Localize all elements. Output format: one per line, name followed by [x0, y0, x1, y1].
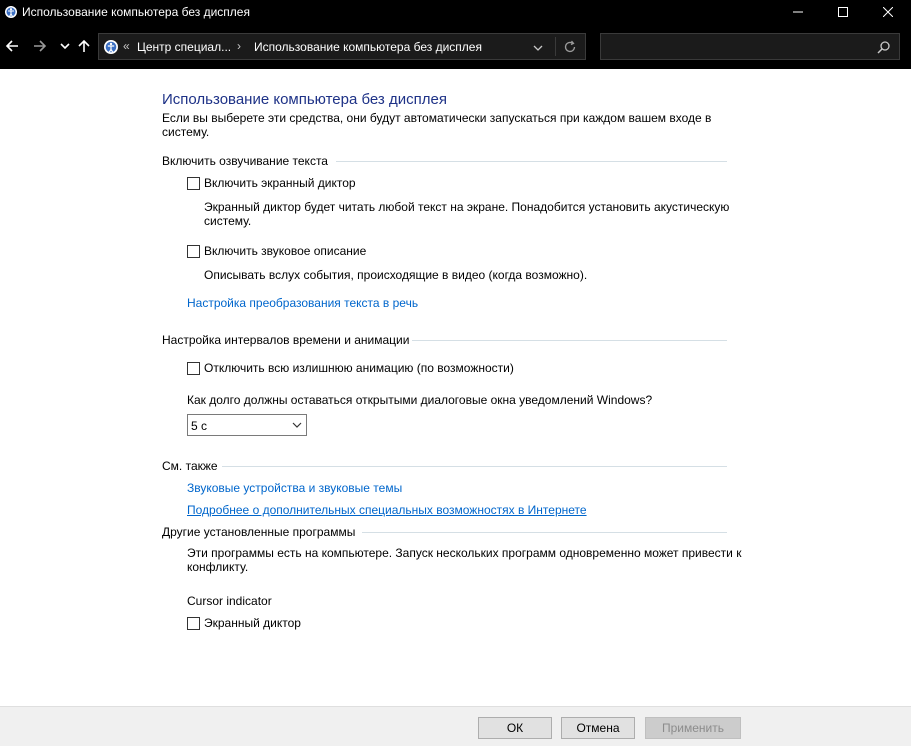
- audio-description-checkbox[interactable]: [187, 244, 200, 258]
- back-button[interactable]: [2, 36, 22, 56]
- close-icon: [883, 7, 893, 17]
- apply-button[interactable]: Применить: [645, 717, 741, 739]
- maximize-icon: [838, 7, 848, 17]
- control-panel-icon: [104, 40, 118, 54]
- window-title: Использование компьютера без дисплея: [22, 5, 250, 19]
- maximize-button[interactable]: [820, 0, 866, 24]
- section-divider: [412, 340, 727, 341]
- section-speech-label: Включить озвучивание текста: [162, 154, 328, 168]
- notification-duration-label: Как долго должны оставаться открытыми ди…: [187, 393, 653, 407]
- dialog-footer: ОК Отмена Применить: [0, 706, 911, 746]
- section-divider: [336, 161, 727, 162]
- other-narrator-checkbox[interactable]: [187, 616, 200, 630]
- narrator-checkbox[interactable]: [187, 176, 200, 190]
- forward-arrow-icon: [34, 40, 47, 52]
- main-content: Использование компьютера без дисплея Есл…: [0, 69, 911, 706]
- navigation-bar: « Центр специал... › Использование компь…: [0, 24, 911, 69]
- narrator-description: Экранный диктор будет читать любой текст…: [204, 200, 730, 228]
- narrator-checkbox-row[interactable]: Включить экранный диктор: [187, 175, 356, 191]
- section-divider: [222, 466, 727, 467]
- section-timing-label: Настройка интервалов времени и анимации: [162, 333, 410, 347]
- section-other-programs-label: Другие установленные программы: [162, 525, 356, 539]
- section-divider: [362, 532, 727, 533]
- control-panel-icon: [5, 6, 17, 18]
- recent-locations-button[interactable]: [55, 36, 75, 56]
- refresh-icon[interactable]: [563, 40, 577, 54]
- program-name: Cursor indicator: [187, 594, 272, 608]
- section-see-also-label: См. также: [162, 459, 218, 473]
- breadcrumb-overflow[interactable]: «: [123, 39, 130, 53]
- disable-animation-checkbox[interactable]: [187, 361, 200, 375]
- search-input[interactable]: [600, 33, 900, 60]
- ok-button[interactable]: ОК: [478, 717, 552, 739]
- breadcrumb-current[interactable]: Использование компьютера без дисплея: [254, 40, 482, 54]
- online-accessibility-link[interactable]: Подробнее о дополнительных специальных в…: [187, 503, 587, 517]
- chevron-down-icon: [292, 422, 302, 428]
- chevron-down-icon: [60, 43, 70, 50]
- address-divider: [555, 37, 556, 56]
- tts-settings-link[interactable]: Настройка преобразования текста в речь: [187, 296, 418, 310]
- sound-devices-link[interactable]: Звуковые устройства и звуковые темы: [187, 481, 402, 495]
- other-programs-description: Эти программы есть на компьютере. Запуск…: [187, 546, 742, 574]
- up-button[interactable]: [74, 36, 94, 56]
- minimize-icon: [793, 11, 803, 13]
- title-bar: Использование компьютера без дисплея: [0, 0, 911, 24]
- breadcrumb-ease-of-access[interactable]: Центр специал...: [137, 40, 231, 54]
- up-arrow-icon: [78, 39, 90, 52]
- breadcrumb-separator[interactable]: ›: [237, 39, 241, 53]
- notification-duration-value: 5 с: [191, 419, 208, 433]
- close-button[interactable]: [865, 0, 911, 24]
- search-icon[interactable]: [877, 40, 891, 54]
- notification-duration-select[interactable]: 5 с: [187, 414, 307, 436]
- chevron-down-icon[interactable]: [531, 41, 545, 55]
- address-field[interactable]: « Центр специал... › Использование компь…: [98, 33, 586, 60]
- narrator-checkbox-label[interactable]: Включить экранный диктор: [204, 176, 356, 190]
- forward-button[interactable]: [30, 36, 50, 56]
- disable-animation-checkbox-label[interactable]: Отключить всю излишнюю анимацию (по возм…: [204, 361, 514, 375]
- audio-description-checkbox-label[interactable]: Включить звуковое описание: [204, 244, 366, 258]
- back-arrow-icon: [5, 40, 18, 52]
- cancel-button[interactable]: Отмена: [561, 717, 635, 739]
- other-narrator-checkbox-row[interactable]: Экранный диктор: [187, 615, 301, 631]
- other-narrator-checkbox-label[interactable]: Экранный диктор: [204, 616, 301, 630]
- page-title: Использование компьютера без дисплея: [162, 91, 447, 108]
- audio-description-text: Описывать вслух события, происходящие в …: [204, 268, 588, 282]
- intro-text: Если вы выберете эти средства, они будут…: [162, 111, 712, 139]
- animation-checkbox-row[interactable]: Отключить всю излишнюю анимацию (по возм…: [187, 360, 514, 376]
- minimize-button[interactable]: [775, 0, 821, 24]
- audio-description-checkbox-row[interactable]: Включить звуковое описание: [187, 243, 366, 259]
